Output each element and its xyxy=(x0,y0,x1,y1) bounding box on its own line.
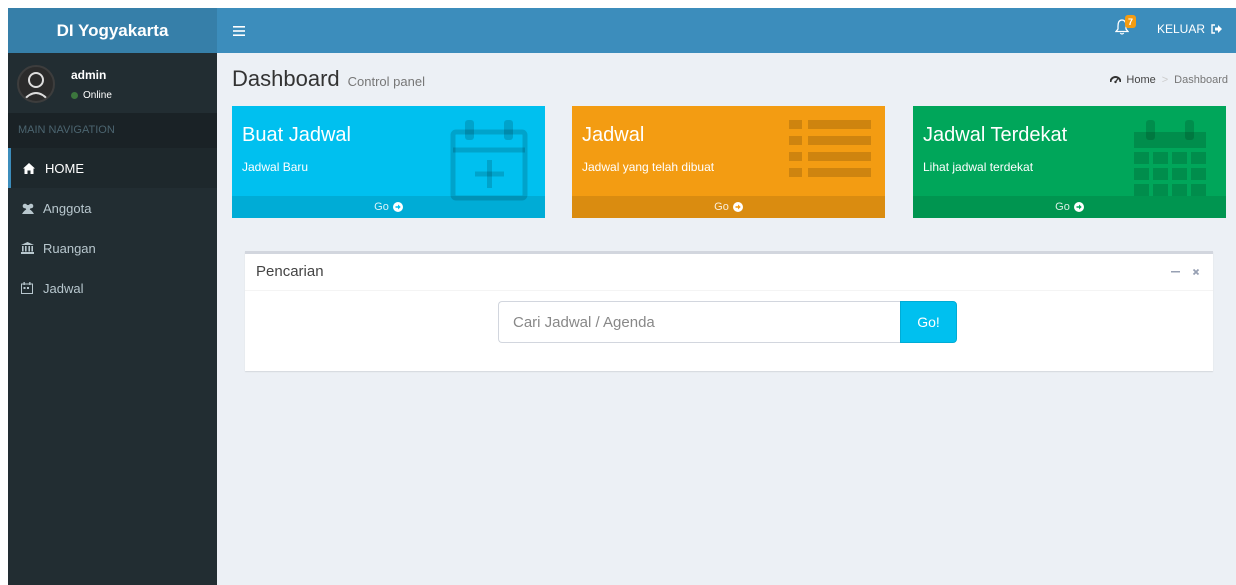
home-icon xyxy=(23,162,45,174)
app-frame: DI Yogyakarta admin Online MAIN NAVIGATI… xyxy=(8,8,1236,585)
brand-title: DI Yogyakarta xyxy=(56,20,169,40)
box-description: Jadwal yang telah dibuat xyxy=(582,160,715,174)
box-go-link[interactable]: Go xyxy=(232,196,545,218)
box-footer-label: Go xyxy=(374,201,389,213)
dashboard-icon xyxy=(1110,75,1122,85)
box-go-link[interactable]: Go xyxy=(913,196,1226,218)
box-title: Buat Jadwal xyxy=(242,124,351,146)
panel-title: Pencarian xyxy=(256,263,324,280)
user-status: Online xyxy=(71,90,112,101)
arrow-circle-right-icon xyxy=(1073,202,1084,212)
page-title-text: Dashboard xyxy=(232,66,340,91)
user-panel: admin Online xyxy=(8,53,217,113)
user-name: admin xyxy=(71,68,107,82)
panel-tools xyxy=(1171,264,1201,279)
avatar xyxy=(17,65,55,103)
brand-logo[interactable]: DI Yogyakarta xyxy=(8,8,217,53)
sidebar-item-anggota[interactable]: Anggota xyxy=(8,188,217,228)
list-icon xyxy=(789,116,871,187)
sidebar-item-label: HOME xyxy=(45,160,84,176)
logout-button[interactable]: KELUAR xyxy=(1157,22,1223,36)
box-title: Jadwal xyxy=(582,124,645,146)
box-description: Jadwal Baru xyxy=(242,160,309,174)
online-dot-icon xyxy=(71,92,78,99)
sign-out-icon xyxy=(1211,24,1223,34)
sidebar-item-ruangan[interactable]: Ruangan xyxy=(8,228,217,268)
calendar-icon xyxy=(1128,116,1212,207)
sidebar-item-home[interactable]: HOME xyxy=(8,148,217,188)
page-subtitle: Control panel xyxy=(347,74,425,89)
top-navbar: 7 KELUAR xyxy=(217,8,1236,53)
box-jadwal-terdekat: Jadwal Terdekat Lihat jadwal terdekat Go xyxy=(913,106,1226,218)
box-go-link[interactable]: Go xyxy=(572,196,885,218)
arrow-circle-right-icon xyxy=(732,202,743,212)
box-buat-jadwal: Buat Jadwal Jadwal Baru Go xyxy=(232,106,545,218)
calendar-plus-icon xyxy=(447,116,531,207)
minimize-icon[interactable] xyxy=(1171,264,1180,279)
users-icon xyxy=(21,203,43,214)
bank-icon xyxy=(21,242,43,254)
calendar-icon xyxy=(21,282,43,294)
logout-label: KELUAR xyxy=(1157,22,1206,36)
sidebar: admin Online MAIN NAVIGATION HOME Anggot… xyxy=(8,53,217,585)
arrow-circle-right-icon xyxy=(392,202,403,212)
close-icon[interactable] xyxy=(1192,264,1201,279)
box-footer-label: Go xyxy=(714,201,729,213)
sidebar-item-jadwal[interactable]: Jadwal xyxy=(8,268,217,308)
box-description: Lihat jadwal terdekat xyxy=(923,160,1034,174)
sidebar-toggle-icon[interactable] xyxy=(233,21,245,41)
box-title: Jadwal Terdekat xyxy=(923,124,1068,146)
page-title: Dashboard Control panel xyxy=(232,66,425,92)
search-input[interactable] xyxy=(498,301,900,343)
panel-divider xyxy=(245,290,1213,291)
search-panel: Pencarian Go! xyxy=(245,251,1213,371)
breadcrumb-separator: > xyxy=(1161,74,1169,86)
nav-header: MAIN NAVIGATION xyxy=(8,113,217,148)
sidebar-item-label: Ruangan xyxy=(43,240,96,256)
box-footer-label: Go xyxy=(1055,201,1070,213)
breadcrumb-current: Dashboard xyxy=(1174,74,1228,86)
sidebar-item-label: Anggota xyxy=(43,200,92,216)
breadcrumb: Home > Dashboard xyxy=(1110,74,1228,86)
notification-badge: 7 xyxy=(1125,15,1136,28)
search-go-button[interactable]: Go! xyxy=(900,301,957,343)
sidebar-item-label: Jadwal xyxy=(43,280,84,296)
box-jadwal: Jadwal Jadwal yang telah dibuat Go xyxy=(572,106,885,218)
user-status-label: Online xyxy=(83,90,112,101)
breadcrumb-home-link[interactable]: Home xyxy=(1126,74,1155,86)
